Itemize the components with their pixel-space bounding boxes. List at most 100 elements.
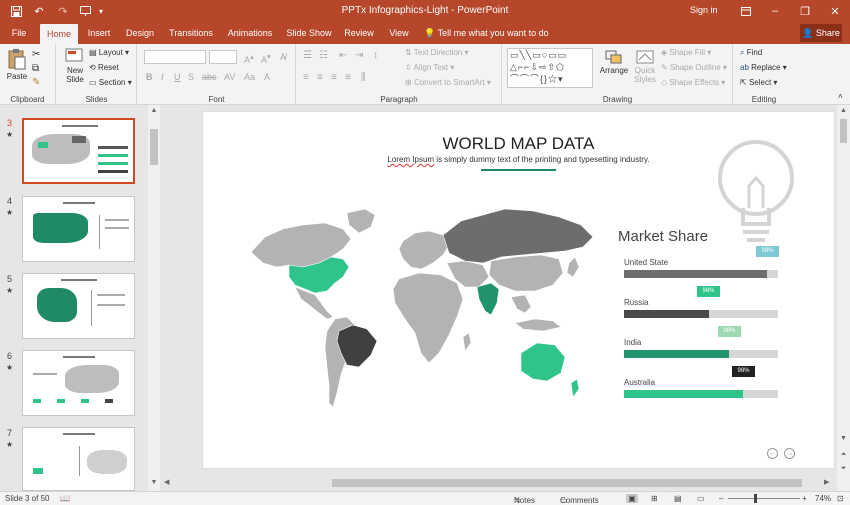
change-case-icon[interactable]: Aa <box>244 72 255 82</box>
decrease-indent-icon[interactable]: ⇤ <box>339 50 347 61</box>
slide-thumbnail-6[interactable] <box>22 350 135 416</box>
align-right-icon[interactable]: ≡ <box>331 72 337 83</box>
tab-file[interactable]: File <box>6 22 32 44</box>
reading-view-icon[interactable]: ▤ <box>674 494 682 503</box>
scroll-down-icon[interactable]: ▼ <box>838 435 849 445</box>
shrink-font-icon[interactable]: A▾ <box>261 52 271 65</box>
scroll-down-icon[interactable]: ▼ <box>149 479 159 489</box>
strikethrough-icon[interactable]: abc <box>202 72 217 82</box>
tab-transitions[interactable]: Transitions <box>165 22 217 44</box>
slide-thumbnail-4[interactable] <box>22 196 135 262</box>
bar-label: Australia <box>624 378 656 387</box>
cut-icon[interactable]: ✂ <box>32 49 40 60</box>
scroll-up-icon[interactable]: ▲ <box>149 107 159 117</box>
numbering-icon[interactable]: ☷ <box>319 50 328 61</box>
tab-home[interactable]: Home <box>40 24 78 44</box>
previous-arrow-icon[interactable]: ← <box>767 448 778 459</box>
slide-canvas[interactable]: WORLD MAP DATA Lorem Ipsum is simply dum… <box>203 112 834 468</box>
quick-styles-button[interactable]: Quick Styles <box>631 50 659 84</box>
align-center-icon[interactable]: ≡ <box>317 72 323 83</box>
slide-thumbnail-3[interactable] <box>22 118 135 184</box>
layout-button[interactable]: ▤ Layout ▾ <box>89 48 129 57</box>
shape-outline-button[interactable]: ✎ Shape Outline ▾ <box>661 63 727 72</box>
ribbon: Paste ✂ ⧉ ✎ Clipboard New Slide ▤ Layout… <box>0 44 850 105</box>
minimize-icon[interactable]: – <box>768 3 782 19</box>
shape-fill-button[interactable]: ◈ Shape Fill ▾ <box>661 48 711 57</box>
increase-indent-icon[interactable]: ⇥ <box>355 50 363 61</box>
shape-effects-button[interactable]: ◇ Shape Effects ▾ <box>661 78 725 87</box>
paste-button[interactable]: Paste <box>6 48 28 81</box>
text-direction-button[interactable]: ⇅ Text Direction ▾ <box>405 48 469 57</box>
line-spacing-icon[interactable]: ↕ <box>373 50 378 61</box>
normal-view-icon[interactable]: ▣ <box>626 494 638 503</box>
columns-icon[interactable]: ⫼ <box>361 72 366 83</box>
spelling-icon[interactable]: 📖 <box>60 494 70 503</box>
font-color-icon[interactable]: A <box>264 72 270 82</box>
shapes-gallery[interactable]: ▭╲╲▭○▭▭ △⌐⌐⇩⇨⇧⬠ ⌒⌒⌒{}☆▾ <box>507 48 593 88</box>
reset-button[interactable]: ⟲ Reset <box>89 63 119 72</box>
scroll-left-icon[interactable]: ◀ <box>164 478 169 486</box>
scroll-up-icon[interactable]: ▲ <box>838 107 849 117</box>
tab-view[interactable]: View <box>385 22 413 44</box>
format-painter-icon[interactable]: ✎ <box>32 77 40 88</box>
select-button[interactable]: ⇱ Select ▾ <box>740 78 777 87</box>
shadow-icon[interactable]: S <box>188 72 194 82</box>
zoom-out-icon[interactable]: – <box>719 494 723 503</box>
thumbnail-scrollbar[interactable]: ▲ ▼ <box>148 105 160 491</box>
map-europe <box>398 230 450 270</box>
section-button[interactable]: ▭ Section ▾ <box>89 78 132 87</box>
align-left-icon[interactable]: ≡ <box>303 72 309 83</box>
tab-slide-show[interactable]: Slide Show <box>284 22 334 44</box>
zoom-level[interactable]: 74% <box>815 494 831 503</box>
slide-thumbnail-5[interactable] <box>22 273 135 339</box>
italic-icon[interactable]: I <box>161 72 164 82</box>
bold-icon[interactable]: B <box>146 72 153 82</box>
bullets-icon[interactable]: ☰ <box>303 50 312 61</box>
world-map[interactable] <box>243 207 603 422</box>
next-arrow-icon[interactable]: → <box>784 448 795 459</box>
convert-smartart-label: Convert to SmartArt <box>413 78 485 87</box>
scroll-thumb[interactable] <box>332 479 802 487</box>
tell-me-search[interactable]: 💡 Tell me what you want to do <box>424 22 549 44</box>
copy-icon[interactable]: ⧉ <box>32 63 39 74</box>
zoom-in-icon[interactable]: + <box>802 494 807 503</box>
char-spacing-icon[interactable]: AV <box>224 72 235 82</box>
sign-in-link[interactable]: Sign in <box>690 5 718 15</box>
tab-design[interactable]: Design <box>123 22 157 44</box>
convert-smartart-button[interactable]: ⊞ Convert to SmartArt ▾ <box>405 78 491 87</box>
underline-icon[interactable]: U <box>174 72 181 82</box>
justify-icon[interactable]: ≡ <box>345 72 351 83</box>
tab-review[interactable]: Review <box>342 22 376 44</box>
collapse-ribbon-icon[interactable]: ˄ <box>838 92 843 101</box>
find-button[interactable]: ⌕ Find <box>740 48 762 58</box>
grow-font-icon[interactable]: A▴ <box>244 52 254 65</box>
scroll-right-icon[interactable]: ▶ <box>824 478 829 486</box>
font-size-input[interactable] <box>209 50 237 64</box>
align-text-button[interactable]: ⇳ Align Text ▾ <box>405 63 454 72</box>
fit-slide-icon[interactable]: ⊡ <box>837 494 844 503</box>
close-icon[interactable]: ✕ <box>828 3 842 19</box>
slideshow-view-icon[interactable]: ▭ <box>697 494 705 503</box>
bar-track <box>624 310 778 318</box>
zoom-slider-thumb[interactable] <box>754 494 757 503</box>
scroll-thumb[interactable] <box>150 129 158 165</box>
tab-animations[interactable]: Animations <box>224 22 276 44</box>
new-slide-button[interactable]: New Slide <box>62 48 86 84</box>
font-name-input[interactable] <box>144 50 206 64</box>
restore-icon[interactable]: ❐ <box>798 3 812 19</box>
previous-slide-icon[interactable]: ⏶ <box>838 451 849 461</box>
slide-sorter-icon[interactable]: ⊞ <box>651 494 658 503</box>
ribbon-display-icon[interactable] <box>739 3 753 19</box>
market-share-title[interactable]: Market Share <box>618 228 708 245</box>
share-button[interactable]: 👤 Share <box>800 24 842 42</box>
editor-scrollbar[interactable]: ▲ ▼ ⏶ ⏷ <box>837 105 850 491</box>
clear-format-icon[interactable]: A̸ <box>280 52 286 62</box>
slide-thumbnail-7[interactable] <box>22 427 135 491</box>
scroll-thumb[interactable] <box>840 119 847 143</box>
zoom-slider[interactable] <box>728 498 800 499</box>
arrange-button[interactable]: Arrange <box>599 50 629 75</box>
horizontal-scrollbar[interactable]: ◀ ▶ <box>160 476 837 490</box>
next-slide-icon[interactable]: ⏷ <box>838 465 849 475</box>
replace-button[interactable]: ab Replace ▾ <box>740 63 787 72</box>
tab-insert[interactable]: Insert <box>84 22 114 44</box>
